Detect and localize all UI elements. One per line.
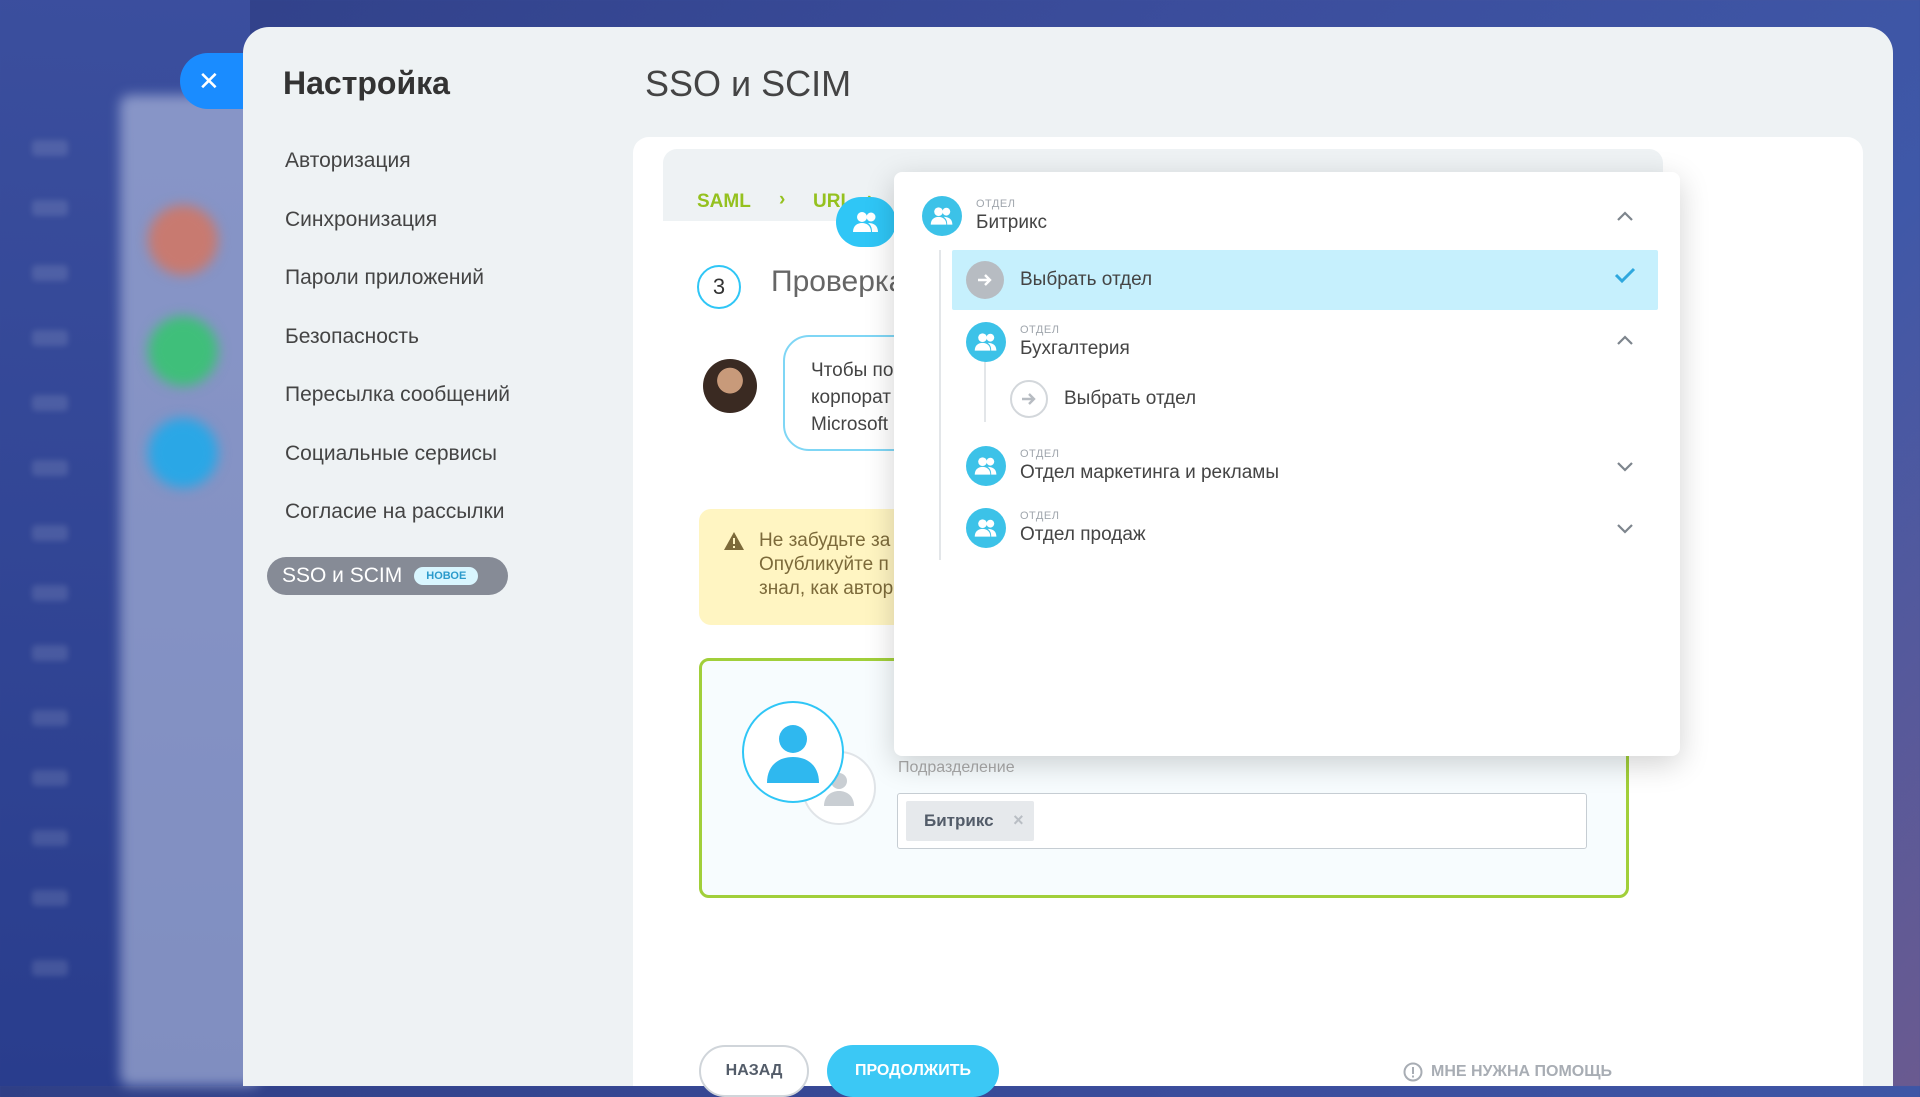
menu-item-consent[interactable]: Согласие на рассылки xyxy=(285,500,510,559)
background-line xyxy=(32,710,68,726)
warning-icon xyxy=(724,532,744,550)
dept-name: Отдел маркетинга и рекламы xyxy=(1020,462,1279,483)
chevron-up-icon[interactable] xyxy=(1616,334,1634,346)
menu-item-sso-scim[interactable]: SSO и SCIM НОВОЕ xyxy=(267,557,509,595)
department-field[interactable]: Битрикс × xyxy=(897,793,1587,849)
dept-name: Бухгалтерия xyxy=(1020,338,1130,359)
settings-title: Настройка xyxy=(283,65,450,101)
arrow-right-icon xyxy=(966,261,1004,299)
dept-caption: ОТДЕЛ xyxy=(1020,324,1060,336)
checkmark-icon xyxy=(1614,267,1636,284)
chevron-right-icon: › xyxy=(779,189,786,210)
dept-accounting[interactable]: ОТДЕЛ Бухгалтерия xyxy=(966,322,1130,362)
dept-marketing[interactable]: ОТДЕЛ Отдел маркетинга и рекламы xyxy=(966,446,1279,486)
menu-item-sync[interactable]: Синхронизация xyxy=(285,208,510,267)
background-line xyxy=(32,395,68,411)
step-users-icon xyxy=(836,197,896,247)
dept-sales[interactable]: ОТДЕЛ Отдел продаж xyxy=(966,508,1146,548)
new-badge: НОВОЕ xyxy=(414,567,479,585)
user-avatar xyxy=(742,701,844,803)
menu-item-app-passwords[interactable]: Пароли приложений xyxy=(285,266,510,325)
background-line xyxy=(32,585,68,601)
continue-button[interactable]: ПРОДОЛЖИТЬ xyxy=(827,1045,999,1097)
users-icon xyxy=(853,212,878,232)
remove-tag-icon[interactable]: × xyxy=(1013,810,1024,831)
chevron-down-icon[interactable] xyxy=(1616,522,1634,534)
background-line xyxy=(32,770,68,786)
close-slider-button[interactable]: ✕ xyxy=(180,53,252,109)
background-line xyxy=(32,265,68,281)
user-icon xyxy=(767,725,819,783)
select-label: Выбрать отдел xyxy=(1020,269,1153,290)
users-icon xyxy=(922,196,962,236)
background-line xyxy=(32,525,68,541)
chevron-down-icon[interactable] xyxy=(1616,460,1634,472)
background-line xyxy=(32,460,68,476)
menu-item-social[interactable]: Социальные сервисы xyxy=(285,442,510,501)
dept-caption: ОТДЕЛ xyxy=(1020,510,1060,522)
menu-item-authorization[interactable]: Авторизация xyxy=(285,149,510,208)
arrow-right-icon xyxy=(1010,380,1048,418)
background-line xyxy=(32,330,68,346)
tree-line xyxy=(939,250,941,560)
background-line xyxy=(32,645,68,661)
users-icon xyxy=(966,322,1006,362)
background-icon xyxy=(148,316,218,386)
dept-caption: ОТДЕЛ xyxy=(976,198,1016,210)
dept-bitrix[interactable]: ОТДЕЛ Битрикс xyxy=(922,196,1047,236)
step-number: 3 xyxy=(697,265,741,309)
step-saml[interactable]: SAML xyxy=(697,191,751,213)
step-title: Проверка xyxy=(771,265,906,298)
background-line xyxy=(32,830,68,846)
menu-item-forwarding[interactable]: Пересылка сообщений xyxy=(285,383,510,442)
close-icon: ✕ xyxy=(198,65,220,96)
background-avatar xyxy=(148,205,218,275)
page-title: SSO и SCIM xyxy=(645,63,852,104)
department-field-label: Подразделение xyxy=(898,759,1015,776)
department-tag-label: Битрикс xyxy=(924,811,994,830)
select-department-bitrix[interactable]: Выбрать отдел xyxy=(952,250,1658,310)
dept-name: Отдел продаж xyxy=(1020,524,1146,545)
dept-name: Битрикс xyxy=(976,212,1047,233)
background-icon xyxy=(148,418,218,488)
menu-item-security[interactable]: Безопасность xyxy=(285,325,510,384)
menu-item-label: SSO и SCIM xyxy=(282,564,403,587)
select-department-accounting[interactable]: Выбрать отдел xyxy=(1010,380,1196,418)
back-button[interactable]: НАЗАД xyxy=(699,1045,809,1097)
info-icon xyxy=(1403,1062,1423,1082)
background-line xyxy=(32,140,68,156)
settings-menu: Авторизация Синхронизация Пароли приложе… xyxy=(285,149,510,559)
background-line xyxy=(32,960,68,976)
help-label: МНЕ НУЖНА ПОМОЩЬ xyxy=(1431,1063,1613,1080)
help-link[interactable]: МНЕ НУЖНА ПОМОЩЬ xyxy=(1403,1062,1612,1082)
chevron-up-icon[interactable] xyxy=(1616,210,1634,222)
users-icon xyxy=(966,446,1006,486)
select-label: Выбрать отдел xyxy=(1064,388,1197,409)
users-icon xyxy=(966,508,1006,548)
background-line xyxy=(32,890,68,906)
dept-caption: ОТДЕЛ xyxy=(1020,448,1060,460)
department-tag: Битрикс × xyxy=(906,801,1034,841)
tree-line xyxy=(984,360,986,422)
department-dropdown: ОТДЕЛ Битрикс Выбрать отдел ОТДЕЛ Бухгал… xyxy=(894,172,1680,756)
assistant-avatar xyxy=(703,359,757,413)
background-line xyxy=(32,200,68,216)
